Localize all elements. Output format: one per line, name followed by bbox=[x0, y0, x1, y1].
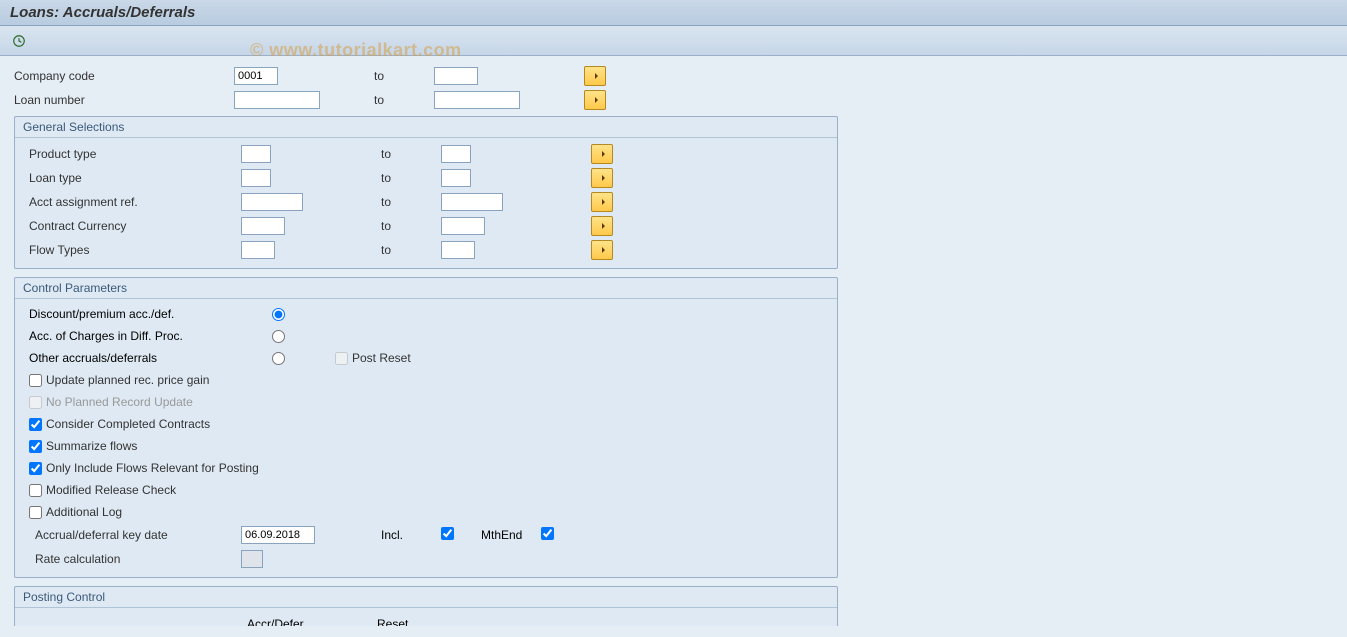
check-consider-completed-label: Consider Completed Contracts bbox=[46, 417, 210, 431]
group-control-parameters: Control Parameters Discount/premium acc.… bbox=[14, 277, 838, 578]
loan-type-from[interactable] bbox=[241, 169, 271, 187]
mthend-checkbox[interactable] bbox=[541, 527, 554, 540]
posting-col-accr: Accr/Defer bbox=[241, 617, 371, 626]
check-only-include[interactable] bbox=[29, 462, 42, 475]
toolbar bbox=[0, 26, 1347, 56]
general-selections-title: General Selections bbox=[15, 117, 837, 138]
acct-assign-ref-label: Acct assignment ref. bbox=[21, 195, 241, 209]
loan-number-multi-button[interactable] bbox=[584, 90, 606, 110]
loan-number-label: Loan number bbox=[14, 93, 234, 107]
radio-other[interactable] bbox=[272, 352, 285, 365]
rate-calc-label: Rate calculation bbox=[21, 552, 241, 566]
check-additional-log[interactable] bbox=[29, 506, 42, 519]
check-consider-completed[interactable] bbox=[29, 418, 42, 431]
contract-currency-label: Contract Currency bbox=[21, 219, 241, 233]
contract-currency-to-label: to bbox=[381, 219, 441, 233]
row-loan-number: Loan number to bbox=[8, 88, 1339, 112]
company-code-from[interactable] bbox=[234, 67, 278, 85]
post-reset-checkbox bbox=[335, 352, 348, 365]
arrow-right-icon bbox=[589, 70, 601, 82]
post-reset-label: Post Reset bbox=[352, 351, 411, 365]
flow-types-to[interactable] bbox=[441, 241, 475, 259]
check-summarize-label: Summarize flows bbox=[46, 439, 137, 453]
contract-currency-to[interactable] bbox=[441, 217, 485, 235]
check-only-include-label: Only Include Flows Relevant for Posting bbox=[46, 461, 259, 475]
acct-assign-ref-to[interactable] bbox=[441, 193, 503, 211]
arrow-right-icon bbox=[596, 172, 608, 184]
clock-execute-icon bbox=[12, 34, 26, 48]
radio-other-label: Other accruals/deferrals bbox=[29, 351, 272, 365]
mthend-label: MthEnd bbox=[481, 528, 541, 542]
flow-types-multi-button[interactable] bbox=[591, 240, 613, 260]
loan-type-multi-button[interactable] bbox=[591, 168, 613, 188]
row-company-code: Company code to bbox=[8, 64, 1339, 88]
radio-acc-charges[interactable] bbox=[272, 330, 285, 343]
incl-label: Incl. bbox=[381, 528, 441, 542]
group-general-selections: General Selections Product type to Loan … bbox=[14, 116, 838, 269]
check-no-planned-label: No Planned Record Update bbox=[46, 395, 193, 409]
check-no-planned bbox=[29, 396, 42, 409]
loan-type-label: Loan type bbox=[21, 171, 241, 185]
incl-checkbox[interactable] bbox=[441, 527, 454, 540]
acct-assign-ref-multi-button[interactable] bbox=[591, 192, 613, 212]
flow-types-label: Flow Types bbox=[21, 243, 241, 257]
acct-assign-ref-to-label: to bbox=[381, 195, 441, 209]
loan-number-to[interactable] bbox=[434, 91, 520, 109]
check-update-planned-label: Update planned rec. price gain bbox=[46, 373, 209, 387]
contract-currency-multi-button[interactable] bbox=[591, 216, 613, 236]
radio-discount-label: Discount/premium acc./def. bbox=[29, 307, 272, 321]
execute-button[interactable] bbox=[10, 32, 28, 50]
product-type-label: Product type bbox=[21, 147, 241, 161]
loan-type-to-label: to bbox=[381, 171, 441, 185]
check-update-planned[interactable] bbox=[29, 374, 42, 387]
key-date-field[interactable] bbox=[241, 526, 315, 544]
window-title: Loans: Accruals/Deferrals bbox=[0, 0, 1347, 26]
loan-number-from[interactable] bbox=[234, 91, 320, 109]
product-type-from[interactable] bbox=[241, 145, 271, 163]
key-date-label: Accrual/deferral key date bbox=[21, 528, 241, 542]
check-summarize[interactable] bbox=[29, 440, 42, 453]
check-modified-release[interactable] bbox=[29, 484, 42, 497]
control-parameters-title: Control Parameters bbox=[15, 278, 837, 299]
acct-assign-ref-from[interactable] bbox=[241, 193, 303, 211]
flow-types-from[interactable] bbox=[241, 241, 275, 259]
loan-number-to-label: to bbox=[374, 93, 434, 107]
company-code-label: Company code bbox=[14, 69, 234, 83]
arrow-right-icon bbox=[589, 94, 601, 106]
group-posting-control: Posting Control Accr/Defer Reset bbox=[14, 586, 838, 626]
arrow-right-icon bbox=[596, 244, 608, 256]
company-code-multi-button[interactable] bbox=[584, 66, 606, 86]
radio-discount[interactable] bbox=[272, 308, 285, 321]
company-code-to[interactable] bbox=[434, 67, 478, 85]
rate-calc-field[interactable] bbox=[241, 550, 263, 568]
check-additional-log-label: Additional Log bbox=[46, 505, 122, 519]
arrow-right-icon bbox=[596, 148, 608, 160]
arrow-right-icon bbox=[596, 220, 608, 232]
check-modified-release-label: Modified Release Check bbox=[46, 483, 176, 497]
radio-acc-charges-label: Acc. of Charges in Diff. Proc. bbox=[29, 329, 272, 343]
company-code-to-label: to bbox=[374, 69, 434, 83]
product-type-to-label: to bbox=[381, 147, 441, 161]
posting-col-reset: Reset bbox=[371, 617, 471, 626]
title-text: Loans: Accruals/Deferrals bbox=[10, 4, 195, 21]
arrow-right-icon bbox=[596, 196, 608, 208]
posting-control-title: Posting Control bbox=[15, 587, 837, 608]
content-area: Company code to Loan number to General S… bbox=[0, 56, 1347, 626]
product-type-to[interactable] bbox=[441, 145, 471, 163]
product-type-multi-button[interactable] bbox=[591, 144, 613, 164]
contract-currency-from[interactable] bbox=[241, 217, 285, 235]
flow-types-to-label: to bbox=[381, 243, 441, 257]
loan-type-to[interactable] bbox=[441, 169, 471, 187]
